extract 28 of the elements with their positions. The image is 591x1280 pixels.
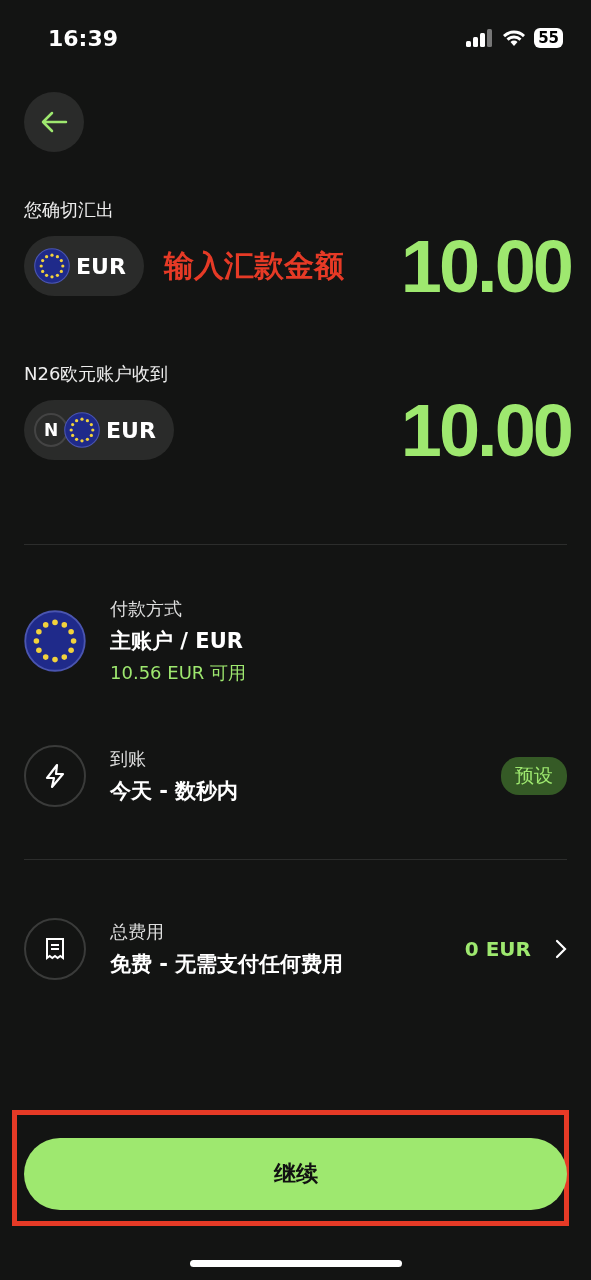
signal-icon bbox=[466, 29, 495, 47]
send-label: 您确切汇出 bbox=[24, 198, 115, 222]
chevron-right-icon[interactable] bbox=[555, 939, 567, 959]
available-balance: 10.56 EUR 可用 bbox=[110, 661, 248, 685]
receipt-icon bbox=[45, 937, 65, 961]
lightning-icon bbox=[43, 763, 67, 789]
currency-selector[interactable]: EUR bbox=[24, 236, 144, 296]
detail-value: 主账户 / EUR bbox=[110, 628, 244, 655]
currency-selector[interactable]: N EUR bbox=[24, 400, 174, 460]
detail-value: 今天 - 数秒内 bbox=[110, 778, 240, 805]
fee-amount: 0 EUR bbox=[464, 937, 531, 961]
receive-amount: 10.00 bbox=[400, 387, 571, 473]
back-arrow-icon bbox=[40, 111, 68, 133]
default-badge: 预设 bbox=[501, 757, 567, 795]
detail-label: 付款方式 bbox=[110, 597, 183, 621]
detail-label: 总费用 bbox=[110, 920, 165, 944]
battery-level: 55 bbox=[534, 28, 563, 48]
receive-label: N26欧元账户收到 bbox=[24, 362, 170, 386]
send-amount[interactable]: 10.00 bbox=[400, 223, 571, 309]
wifi-icon bbox=[502, 29, 527, 47]
status-time: 16:39 bbox=[48, 25, 119, 51]
detail-value: 免费 - 无需支付任何费用 bbox=[110, 951, 345, 978]
eu-flag-icon bbox=[34, 248, 70, 284]
eu-flag-icon bbox=[24, 610, 86, 672]
annotation-text: 输入汇款金额 bbox=[163, 246, 345, 285]
continue-button[interactable]: 继续 bbox=[24, 1138, 567, 1210]
detail-label: 到账 bbox=[110, 747, 147, 771]
eu-flag-icon bbox=[64, 412, 100, 448]
